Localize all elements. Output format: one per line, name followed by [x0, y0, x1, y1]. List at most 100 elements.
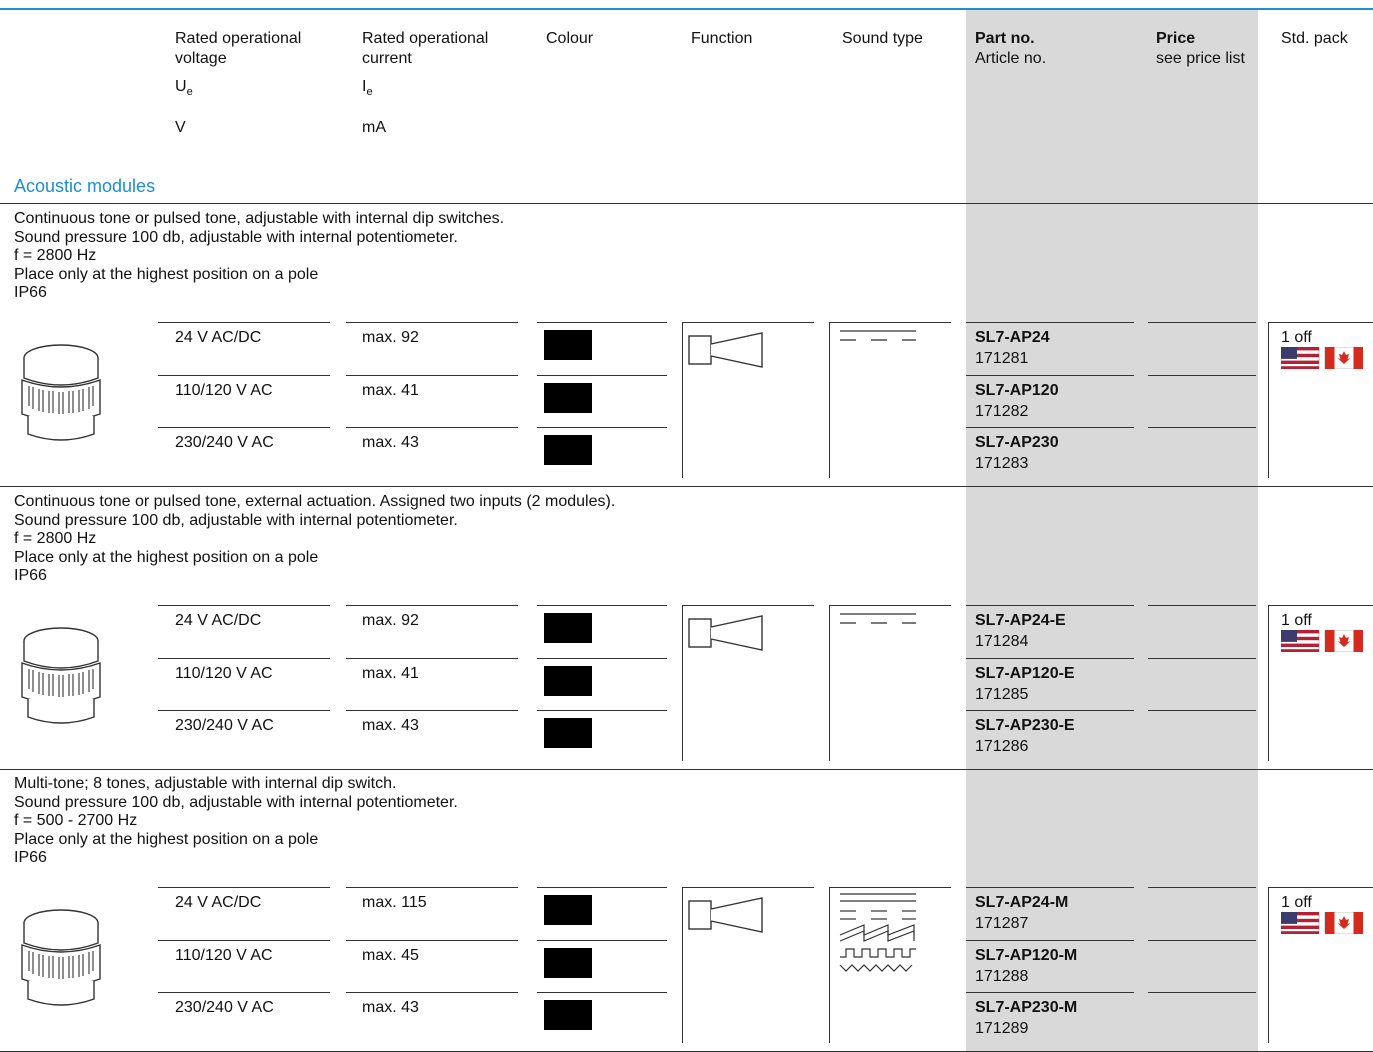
row-rule: [1148, 375, 1256, 376]
header-function: Function: [691, 30, 753, 47]
sound-rule: [829, 322, 951, 323]
description-line: Place only at the highest position on a …: [14, 830, 319, 848]
row-rule: [537, 992, 667, 993]
function-divider: [682, 887, 683, 1043]
header-voltage: Rated operational voltage Ue V: [175, 30, 302, 136]
row-rule: [537, 375, 667, 376]
row-rule: [158, 658, 330, 659]
description-line: f = 2800 Hz: [14, 530, 97, 547]
current-cell: max. 43: [362, 434, 419, 451]
row-rule: [1148, 992, 1256, 993]
colour-swatch: [544, 948, 592, 978]
sound-divider: [829, 322, 830, 478]
acoustic-module-image: [18, 621, 104, 736]
row-rule: [1148, 322, 1256, 323]
section-title: Acoustic modules: [14, 176, 156, 196]
article-number: 171286: [975, 738, 1029, 755]
current-cell: max. 92: [362, 612, 419, 629]
header-part-no: Part no. Article no.: [975, 30, 1047, 67]
sound-rule: [829, 887, 951, 888]
current-cell: max. 41: [362, 665, 419, 682]
part-number: SL7-AP230: [975, 434, 1059, 451]
description-line: Sound pressure 100 db, adjustable with i…: [14, 511, 458, 529]
continuous-pulsed-tone-icon: [838, 328, 918, 353]
continuous-pulsed-tone-icon: [838, 611, 918, 636]
horn-icon: [688, 613, 768, 658]
row-rule: [158, 887, 330, 888]
function-rule: [682, 605, 814, 606]
article-number: 171285: [975, 686, 1029, 703]
row-rule: [158, 427, 330, 428]
row-rule: [537, 710, 667, 711]
pack-divider: [1268, 605, 1269, 761]
row-rule: [1148, 658, 1256, 659]
group-rule: [0, 769, 1373, 770]
top-rule: [0, 8, 1373, 10]
row-rule: [158, 992, 330, 993]
sound-rule: [829, 605, 951, 606]
header-colour: Colour: [546, 30, 594, 47]
article-number: 171284: [975, 633, 1029, 650]
row-rule: [158, 710, 330, 711]
voltage-cell: 24 V AC/DC: [175, 329, 262, 346]
row-rule: [537, 605, 667, 606]
std-pack-value: 1 off: [1281, 894, 1312, 911]
article-number: 171287: [975, 915, 1029, 932]
description-line: IP66: [14, 567, 47, 584]
group-rule: [0, 486, 1373, 487]
voltage-cell: 110/120 V AC: [175, 665, 273, 682]
function-divider: [682, 322, 683, 478]
row-rule: [158, 605, 330, 606]
article-number: 171282: [975, 403, 1029, 420]
header-price: Price see price list: [1156, 30, 1245, 67]
colour-swatch: [544, 718, 592, 748]
description-line: Sound pressure 100 db, adjustable with i…: [14, 793, 458, 811]
part-number: SL7-AP24: [975, 329, 1050, 346]
colour-swatch: [544, 666, 592, 696]
row-rule: [966, 940, 1134, 941]
row-rule: [158, 322, 330, 323]
row-rule: [158, 375, 330, 376]
row-rule: [1148, 427, 1256, 428]
sound-divider: [829, 605, 830, 761]
voltage-cell: 24 V AC/DC: [175, 612, 262, 629]
row-rule: [346, 992, 518, 993]
row-rule: [1148, 887, 1256, 888]
voltage-cell: 24 V AC/DC: [175, 894, 262, 911]
colour-swatch: [544, 895, 592, 925]
description-line: IP66: [14, 284, 47, 301]
row-rule: [346, 710, 518, 711]
row-rule: [158, 940, 330, 941]
row-rule: [537, 658, 667, 659]
pack-divider: [1268, 887, 1269, 1043]
current-cell: max. 115: [362, 894, 427, 911]
description-line: Continuous tone or pulsed tone, external…: [14, 493, 616, 510]
pack-rule: [1268, 605, 1373, 606]
acoustic-module-image: [18, 903, 104, 1018]
function-rule: [682, 322, 814, 323]
colour-swatch: [544, 435, 592, 465]
horn-icon: [688, 330, 768, 375]
part-number: SL7-AP24-M: [975, 894, 1069, 911]
std-pack-value: 1 off: [1281, 329, 1312, 346]
row-rule: [537, 427, 667, 428]
row-rule: [966, 427, 1134, 428]
row-rule: [966, 375, 1134, 376]
article-number: 171288: [975, 968, 1029, 985]
row-rule: [966, 992, 1134, 993]
row-rule: [1148, 940, 1256, 941]
part-number: SL7-AP120: [975, 382, 1059, 399]
voltage-cell: 230/240 V AC: [175, 999, 274, 1016]
article-number: 171281: [975, 350, 1029, 367]
row-rule: [966, 710, 1134, 711]
row-rule: [966, 887, 1134, 888]
current-cell: max. 41: [362, 382, 419, 399]
voltage-cell: 230/240 V AC: [175, 717, 274, 734]
row-rule: [537, 322, 667, 323]
group-description: Multi-tone; 8 tones, adjustable with int…: [14, 775, 458, 868]
description-line: f = 500 - 2700 Hz: [14, 812, 138, 829]
row-rule: [537, 887, 667, 888]
part-number: SL7-AP230-E: [975, 717, 1075, 734]
voltage-cell: 110/120 V AC: [175, 382, 273, 399]
us-canada-flags-icon: [1280, 346, 1364, 370]
